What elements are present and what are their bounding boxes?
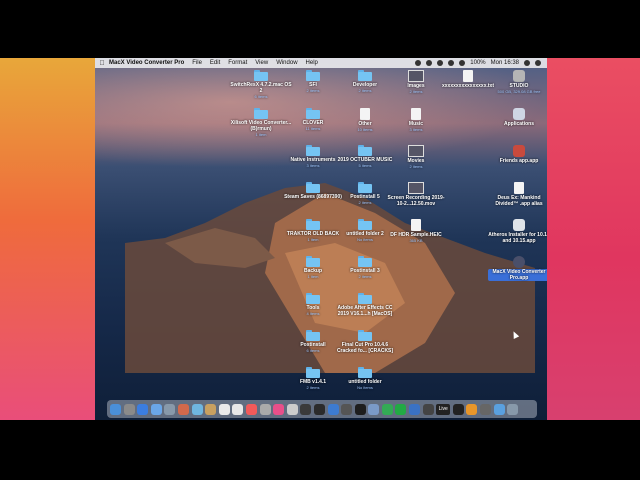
folder-icon (254, 108, 268, 119)
video-thumbnail-icon (408, 182, 424, 194)
desktop-item[interactable]: MacX Video Converter Pro.app (488, 256, 547, 281)
folder-icon (306, 367, 320, 378)
dock-app-icon[interactable] (164, 403, 176, 415)
wifi-icon[interactable] (448, 60, 455, 66)
dock-app-icon[interactable] (395, 403, 407, 415)
desktop-item[interactable]: STUDIO 500 GB, 329.08 GB free (488, 70, 547, 94)
battery-percent[interactable]: 100% (470, 60, 485, 66)
folder-icon (306, 182, 320, 193)
folder-icon (306, 256, 320, 267)
drive-icon (513, 70, 525, 82)
volume-icon[interactable] (459, 60, 466, 66)
dock-app-icon[interactable] (466, 403, 478, 415)
dock-app-icon[interactable] (232, 403, 244, 415)
dock-app-icon[interactable] (493, 403, 505, 415)
folder-icon (306, 70, 320, 81)
dock-app-icon[interactable] (150, 403, 162, 415)
folder-icon (306, 145, 320, 156)
dock-app-icon[interactable] (123, 403, 135, 415)
app-icon (513, 145, 525, 157)
dock-app-icon[interactable] (327, 403, 339, 415)
dock-app-icon[interactable] (110, 403, 121, 415)
menu-window[interactable]: Window (276, 60, 297, 66)
dock: Live (107, 400, 537, 418)
dock-app-icon[interactable] (300, 403, 312, 415)
desktop-item[interactable]: untitled folder No items (334, 367, 396, 390)
menu-app-name[interactable]: MacX Video Converter Pro (109, 60, 184, 66)
desktop-item[interactable]: Postinstall 3 2 items (334, 256, 396, 279)
desktop-item[interactable]: DF HDR Sample.HEIC 365 KB (385, 219, 447, 243)
folder-icon (358, 219, 372, 230)
document-icon (463, 70, 473, 82)
folder-icon (358, 256, 372, 267)
menu-bar:  MacX Video Converter Pro File Edit For… (95, 58, 547, 68)
document-icon (411, 108, 421, 120)
dock-app-icon[interactable] (313, 403, 325, 415)
folder-icon (358, 182, 372, 193)
clock[interactable]: Mon 16:38 (491, 60, 519, 66)
document-icon (411, 219, 421, 231)
document-icon (360, 108, 370, 120)
dock-item-live[interactable]: Live (436, 403, 451, 415)
dock-app-icon[interactable] (218, 403, 230, 415)
desktop-item[interactable]: Applications (488, 108, 547, 127)
folder-icon (358, 145, 372, 156)
folder-icon (306, 108, 320, 119)
desktop-item[interactable]: Final Cut Pro 10.4.6 Cracked fo... [CRAC… (334, 330, 396, 354)
menu-view[interactable]: View (255, 60, 268, 66)
folder-icon (306, 330, 320, 341)
background-glow-left (0, 58, 95, 420)
desktop-item[interactable]: Deus Ex: Mankind Divided™ .app alias (488, 182, 547, 207)
desktop-item[interactable]: Movies 2 items (385, 145, 447, 169)
image-thumbnail-icon (408, 145, 424, 157)
alias-icon (514, 182, 524, 194)
status-icon[interactable] (415, 60, 422, 66)
menu-file[interactable]: File (192, 60, 202, 66)
menu-format[interactable]: Format (228, 60, 247, 66)
dock-app-icon[interactable] (177, 403, 189, 415)
apple-menu-icon[interactable]:  (95, 60, 109, 67)
desktop-item[interactable]: Atheros Installer for 10.14 and 10.15.ap… (488, 219, 547, 244)
dock-app-icon[interactable] (452, 403, 464, 415)
film-reel-icon (513, 256, 525, 268)
menu-help[interactable]: Help (306, 60, 318, 66)
dock-app-icon[interactable] (259, 403, 271, 415)
folder-icon (358, 330, 372, 341)
dock-app-icon[interactable] (341, 403, 353, 415)
dock-app-icon[interactable] (368, 403, 380, 415)
dock-app-icon[interactable] (381, 403, 393, 415)
dock-app-icon[interactable] (205, 403, 217, 415)
status-icon[interactable] (426, 60, 433, 66)
desktop-item[interactable]: Screen Recording 2019-10-2...12.50.mov (385, 182, 447, 207)
dock-app-icon[interactable] (191, 403, 203, 415)
dock-app-icon[interactable] (137, 403, 149, 415)
image-thumbnail-icon (408, 70, 424, 82)
desktop-item[interactable]: Adobe After Effects CC 2019 V16.1...h [M… (334, 293, 396, 317)
dock-app-icon[interactable] (480, 403, 492, 415)
applications-icon (513, 108, 525, 120)
dock-app-icon[interactable] (422, 403, 434, 415)
spotlight-icon[interactable] (524, 60, 530, 66)
folder-icon (358, 70, 372, 81)
menu-bar-extras: 100% Mon 16:38 (415, 58, 541, 68)
status-icon[interactable] (437, 60, 444, 66)
desktop-item[interactable]: Friends app.app (488, 145, 547, 164)
folder-icon (358, 293, 372, 304)
menu-edit[interactable]: Edit (210, 60, 220, 66)
dock-app-icon[interactable] (409, 403, 421, 415)
dock-app-icon[interactable] (245, 403, 257, 415)
dock-app-icon[interactable] (354, 403, 366, 415)
desktop-item[interactable]: Music 3 items (385, 108, 447, 132)
trash-icon[interactable] (507, 403, 519, 415)
dock-app-icon[interactable] (273, 403, 285, 415)
background-glow-right (547, 58, 640, 420)
mac-screen:  MacX Video Converter Pro File Edit For… (95, 58, 547, 420)
control-menu-icon[interactable] (535, 60, 541, 66)
folder-icon (254, 70, 268, 81)
dock-app-icon[interactable] (286, 403, 298, 415)
installer-icon (513, 219, 525, 231)
folder-icon (306, 293, 320, 304)
folder-icon (358, 367, 372, 378)
folder-icon (306, 219, 320, 230)
